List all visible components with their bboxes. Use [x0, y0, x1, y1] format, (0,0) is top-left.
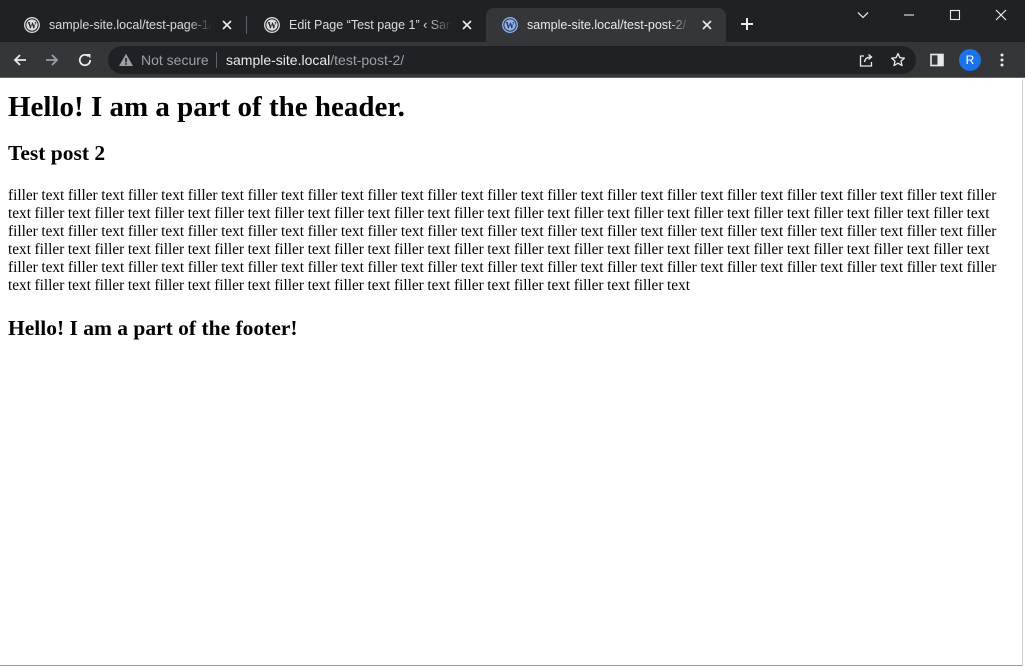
bookmark-button[interactable]	[888, 50, 908, 70]
new-tab-button[interactable]	[736, 13, 758, 35]
tab-search-button[interactable]	[840, 0, 886, 30]
address-bar[interactable]: Not secure sample-site.local/test-post-2…	[108, 46, 916, 74]
wordpress-icon: W	[24, 17, 40, 33]
reload-icon	[78, 53, 92, 67]
back-button[interactable]	[6, 46, 34, 74]
minimize-button[interactable]	[886, 0, 932, 30]
post-body: filler text filler text filler text fill…	[8, 187, 997, 294]
tab-title: sample-site.local/test-page-1/	[49, 18, 212, 32]
url-path: /test-post-2/	[330, 52, 405, 68]
share-icon	[859, 54, 873, 67]
minimize-icon	[904, 14, 914, 16]
url-text[interactable]: sample-site.local/test-post-2/	[226, 52, 404, 68]
close-tab-icon[interactable]	[458, 16, 476, 34]
plus-icon	[741, 18, 753, 30]
tab-edit-page[interactable]: W Edit Page “Test page 1” ‹ Sample Site …	[248, 8, 486, 42]
tab-separator	[246, 16, 247, 34]
arrow-right-icon	[46, 54, 59, 66]
side-panel-icon	[930, 53, 944, 67]
site-footer: Hello! I am a part of the footer!	[8, 316, 298, 340]
tab-test-post-2[interactable]: W sample-site.local/test-post-2/	[486, 8, 726, 42]
url-host: sample-site.local	[226, 52, 331, 68]
site-header: Hello! I am a part of the header.	[8, 91, 405, 123]
menu-button[interactable]	[988, 46, 1016, 74]
forward-button[interactable]	[38, 46, 66, 74]
tab-test-page-1[interactable]: W sample-site.local/test-page-1/	[8, 8, 246, 42]
arrow-left-icon	[13, 54, 26, 66]
tab-title: sample-site.local/test-post-2/	[527, 18, 687, 32]
tab-title: Edit Page “Test page 1” ‹ Sample Site — …	[289, 18, 452, 32]
star-icon	[890, 52, 906, 67]
maximize-button[interactable]	[932, 0, 978, 30]
profile-avatar[interactable]: R	[959, 49, 981, 71]
side-panel-button[interactable]	[923, 46, 951, 74]
address-divider	[216, 52, 217, 68]
svg-text:W: W	[506, 20, 515, 30]
close-window-button[interactable]	[978, 0, 1024, 30]
reload-button[interactable]	[71, 46, 99, 74]
share-button[interactable]	[856, 50, 876, 70]
more-vertical-icon	[1000, 53, 1004, 67]
chevron-down-icon	[857, 12, 869, 19]
page-content: Hello! I am a part of the header. Test p…	[0, 79, 1023, 666]
close-tab-icon[interactable]	[218, 16, 236, 34]
tab-strip: W sample-site.local/test-page-1/ W Edit …	[0, 0, 1025, 42]
svg-text:W: W	[268, 20, 277, 30]
post-title: Test post 2	[8, 141, 106, 165]
wordpress-icon: W	[264, 17, 280, 33]
browser-toolbar: Not secure sample-site.local/test-post-2…	[0, 42, 1025, 78]
svg-text:W: W	[28, 20, 37, 30]
close-icon	[995, 9, 1007, 21]
close-tab-icon[interactable]	[698, 16, 716, 34]
maximize-icon	[949, 9, 961, 21]
warning-icon[interactable]	[118, 52, 134, 68]
wordpress-icon: W	[502, 17, 518, 33]
security-status[interactable]: Not secure	[141, 52, 209, 68]
